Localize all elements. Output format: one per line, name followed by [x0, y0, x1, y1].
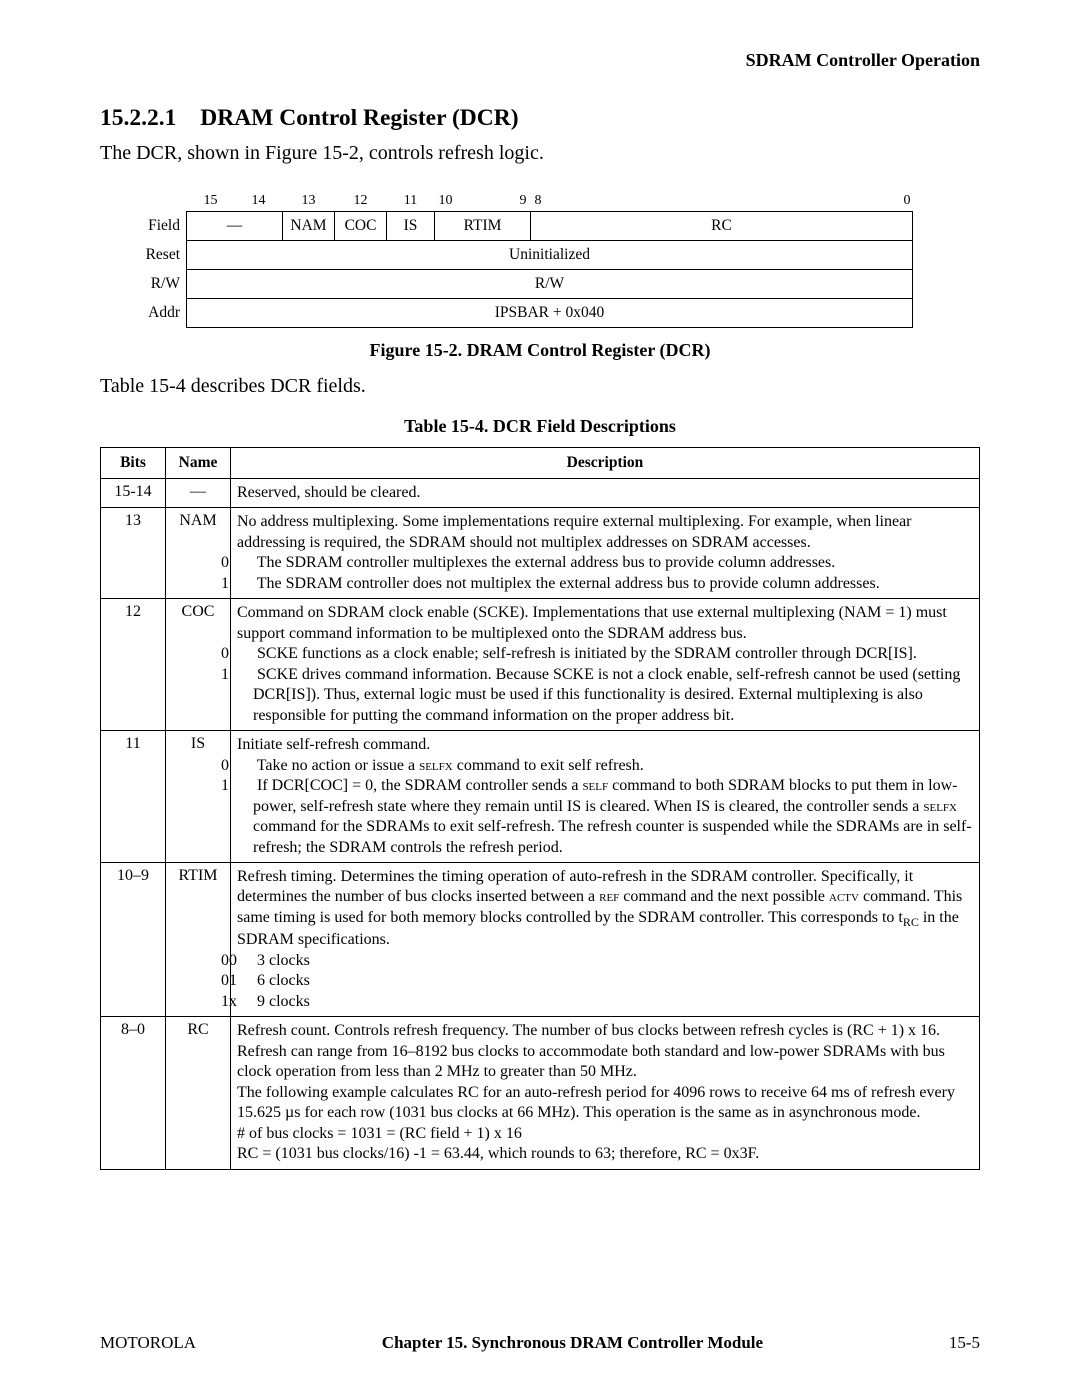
bitnum: 14: [235, 183, 283, 212]
bitnum: 11: [387, 183, 435, 212]
field-rc: RC: [531, 212, 913, 241]
addr-value: IPSBAR + 0x040: [187, 299, 913, 328]
section-title: DRAM Control Register (DCR): [200, 105, 518, 131]
col-name: Name: [166, 448, 231, 479]
cell-bits: 10–9: [101, 862, 166, 1016]
table-row: 10–9RTIMRefresh timing. Determines the t…: [101, 862, 980, 1016]
field-coc: COC: [335, 212, 387, 241]
section-number: 15.2.2.1: [100, 105, 176, 131]
cell-bits: 11: [101, 731, 166, 863]
bitnum: 10: [435, 183, 483, 212]
footer-right: 15-5: [949, 1333, 980, 1353]
field-dash: —: [187, 212, 283, 241]
table-row: 15-14—Reserved, should be cleared.: [101, 479, 980, 508]
table-row: 13NAMNo address multiplexing. Some imple…: [101, 508, 980, 599]
rw-value: R/W: [187, 270, 913, 299]
table-row: 12COCCommand on SDRAM clock enable (SCKE…: [101, 599, 980, 731]
register-figure: 15 14 13 12 11 10 9 8 0 Field — NAM COC …: [130, 183, 913, 328]
row-label-addr: Addr: [130, 299, 187, 328]
page-header: SDRAM Controller Operation: [100, 50, 980, 71]
mid-paragraph: Table 15-4 describes DCR fields.: [100, 375, 980, 398]
field-rtim: RTIM: [435, 212, 531, 241]
col-desc: Description: [231, 448, 980, 479]
reset-value: Uninitialized: [187, 241, 913, 270]
cell-bits: 13: [101, 508, 166, 599]
page-footer: MOTOROLA Chapter 15. Synchronous DRAM Co…: [100, 1333, 980, 1353]
cell-desc: Refresh timing. Determines the timing op…: [231, 862, 980, 1016]
cell-name: IS: [166, 731, 231, 863]
section-heading: 15.2.2.1 DRAM Control Register (DCR): [100, 105, 980, 132]
cell-bits: 12: [101, 599, 166, 731]
cell-name: —: [166, 479, 231, 508]
footer-left: MOTOROLA: [100, 1333, 196, 1353]
cell-desc: Command on SDRAM clock enable (SCKE). Im…: [231, 599, 980, 731]
row-label-field: Field: [130, 212, 187, 241]
cell-desc: Initiate self-refresh command.0 Take no …: [231, 731, 980, 863]
cell-name: RC: [166, 1017, 231, 1169]
cell-bits: 8–0: [101, 1017, 166, 1169]
bitnum: 0: [571, 183, 913, 212]
footer-center: Chapter 15. Synchronous DRAM Controller …: [382, 1333, 763, 1353]
bitnum: 8: [531, 183, 571, 212]
table-row: 11ISInitiate self-refresh command.0 Take…: [101, 731, 980, 863]
bitnum: 15: [187, 183, 235, 212]
row-label-reset: Reset: [130, 241, 187, 270]
cell-desc: Refresh count. Controls refresh frequenc…: [231, 1017, 980, 1169]
field-is: IS: [387, 212, 435, 241]
cell-desc: No address multiplexing. Some implementa…: [231, 508, 980, 599]
row-label-rw: R/W: [130, 270, 187, 299]
table-row: 8–0RCRefresh count. Controls refresh fre…: [101, 1017, 980, 1169]
figure-caption: Figure 15-2. DRAM Control Register (DCR): [100, 340, 980, 361]
bitnum: 9: [483, 183, 531, 212]
cell-bits: 15-14: [101, 479, 166, 508]
bitnum: 12: [335, 183, 387, 212]
field-nam: NAM: [283, 212, 335, 241]
table-caption: Table 15-4. DCR Field Descriptions: [100, 416, 980, 437]
dcr-field-table: Bits Name Description 15-14—Reserved, sh…: [100, 447, 980, 1170]
col-bits: Bits: [101, 448, 166, 479]
cell-desc: Reserved, should be cleared.: [231, 479, 980, 508]
bitnum: 13: [283, 183, 335, 212]
intro-paragraph: The DCR, shown in Figure 15-2, controls …: [100, 142, 980, 165]
